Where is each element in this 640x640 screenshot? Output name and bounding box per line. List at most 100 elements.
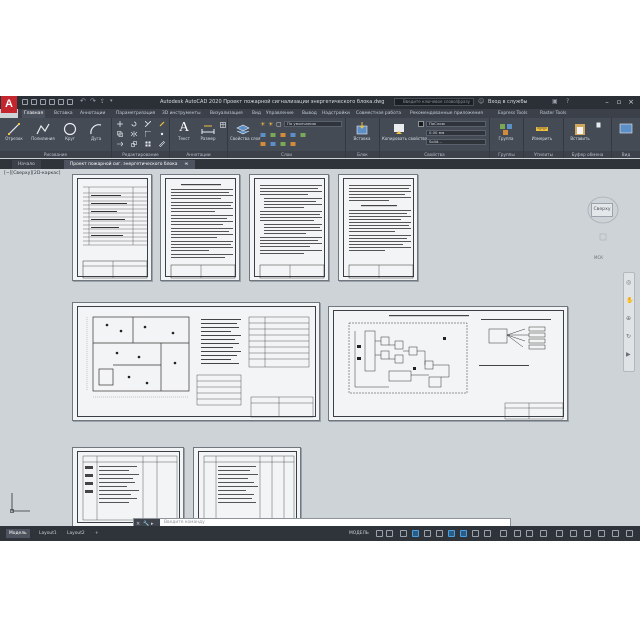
- quick-access-dropdown-icon[interactable]: ▾: [110, 99, 116, 105]
- layer-previous-icon[interactable]: [260, 141, 266, 147]
- workspace-icon[interactable]: [540, 530, 547, 537]
- document-tab[interactable]: Проект пожарной сиг. энергетического бло…: [64, 160, 195, 169]
- user-icon[interactable]: ☺: [478, 98, 484, 105]
- explode-icon[interactable]: [159, 131, 165, 137]
- showmotion-icon[interactable]: ▶: [626, 351, 631, 358]
- scale-icon[interactable]: [131, 141, 137, 147]
- infer-constraints-icon[interactable]: [400, 530, 407, 537]
- sign-in-button[interactable]: Вход в службы: [488, 99, 527, 105]
- save-icon[interactable]: [40, 99, 46, 105]
- tab-output[interactable]: Вывод: [300, 110, 319, 118]
- rotate-icon[interactable]: [131, 121, 137, 127]
- dimension-tool[interactable]: Размер: [196, 120, 220, 148]
- floor-plan-sheet[interactable]: [72, 302, 320, 421]
- color-swatch-icon[interactable]: [418, 121, 424, 127]
- layer-match-icon[interactable]: [260, 132, 266, 138]
- offset-icon[interactable]: [159, 141, 165, 147]
- share-icon[interactable]: ⇪: [100, 99, 106, 105]
- block-panel-title[interactable]: Блок: [346, 151, 379, 158]
- model-space-button[interactable]: МОДЕЛЬ: [346, 529, 372, 538]
- tab-home[interactable]: Главная: [22, 110, 45, 118]
- draw-panel-title[interactable]: Рисование: [0, 151, 111, 158]
- copy-icon[interactable]: [117, 131, 123, 137]
- layout2-tab[interactable]: Layout2: [64, 529, 88, 538]
- redo-icon[interactable]: ↷: [90, 98, 96, 105]
- isodraft-icon[interactable]: [436, 530, 443, 537]
- measure-tool[interactable]: Измерить: [530, 120, 554, 148]
- customization-menu-icon[interactable]: [626, 530, 633, 537]
- annotation-scale-icon[interactable]: [514, 530, 521, 537]
- layer-on-icon[interactable]: ☀: [260, 121, 265, 128]
- modify-panel-title[interactable]: Редактирование: [112, 151, 169, 158]
- tab-render[interactable]: Визуализация: [208, 110, 245, 118]
- pan-icon[interactable]: ✋: [626, 297, 633, 304]
- help-icon[interactable]: ?: [566, 98, 569, 105]
- layer-walk-icon[interactable]: [300, 132, 306, 138]
- tab-raster-tools[interactable]: Raster Tools: [538, 110, 568, 118]
- layer-isolate-icon[interactable]: [270, 132, 276, 138]
- zoom-icon[interactable]: ⊕: [626, 315, 631, 322]
- undo-icon[interactable]: ↶: [80, 98, 86, 105]
- open-file-icon[interactable]: [31, 99, 37, 105]
- fillet-icon[interactable]: [145, 131, 151, 137]
- color-dropdown[interactable]: ПоСлою: [426, 121, 486, 127]
- polar-icon[interactable]: [424, 530, 431, 537]
- clean-screen-icon[interactable]: [612, 530, 619, 537]
- tab-parametric[interactable]: Параметризация: [114, 110, 157, 118]
- web-mobile-icon[interactable]: [58, 99, 64, 105]
- view-cube-face[interactable]: Сверху: [591, 203, 613, 217]
- properties-panel-title[interactable]: Свойства: [380, 151, 489, 158]
- drawing-sheet[interactable]: [338, 174, 418, 281]
- graphics-performance-icon[interactable]: [598, 530, 605, 537]
- units-icon[interactable]: [556, 530, 563, 537]
- close-icon[interactable]: ×: [626, 97, 636, 107]
- schematic-sheet[interactable]: [328, 306, 568, 421]
- mirror-icon[interactable]: [131, 131, 137, 137]
- linetype-dropdown[interactable]: Solid...: [426, 139, 486, 145]
- print-icon[interactable]: [67, 99, 73, 105]
- selection-cycling-icon[interactable]: [500, 530, 507, 537]
- layer-off-icon[interactable]: [280, 132, 286, 138]
- polyline-tool[interactable]: Полилиния: [28, 120, 58, 148]
- maximize-icon[interactable]: ▫: [614, 97, 624, 107]
- arc-tool[interactable]: Дуга: [84, 120, 108, 148]
- autocad-logo[interactable]: A: [1, 96, 17, 113]
- view-tool[interactable]: [614, 120, 638, 148]
- drawing-sheet[interactable]: [160, 174, 240, 281]
- layers-panel-title[interactable]: Слои: [228, 151, 345, 158]
- ortho-icon[interactable]: [412, 530, 419, 537]
- snap-icon[interactable]: [386, 530, 393, 537]
- layer-lock-icon[interactable]: ▢: [276, 121, 282, 128]
- annotation-panel-title[interactable]: Аннотации: [170, 151, 227, 158]
- group-tool[interactable]: Группа: [494, 120, 518, 148]
- array-icon[interactable]: [145, 141, 151, 147]
- new-tab-button[interactable]: +: [178, 160, 194, 169]
- layer-merge-icon[interactable]: [280, 141, 286, 147]
- transparency-icon[interactable]: [484, 530, 491, 537]
- isolate-objects-icon[interactable]: [584, 530, 591, 537]
- insert-block-tool[interactable]: Вставка: [350, 120, 374, 148]
- circle-tool[interactable]: Круг: [58, 120, 82, 148]
- trim-icon[interactable]: [145, 121, 151, 127]
- viewport-controls[interactable]: [−][Сверху][2D-каркас]: [4, 171, 60, 176]
- tab-view[interactable]: Вид: [250, 110, 263, 118]
- tab-3d-tools[interactable]: 3D инструменты: [160, 110, 203, 118]
- view-panel-title[interactable]: Вид: [612, 151, 640, 158]
- paste-tool[interactable]: Вставить: [568, 120, 592, 148]
- table-icon[interactable]: [220, 122, 226, 128]
- tab-collaborate[interactable]: Совместная работа: [354, 110, 403, 118]
- search-input[interactable]: Введите ключевое слово/фразу: [394, 98, 474, 106]
- osnap-icon[interactable]: [460, 530, 467, 537]
- layer-freeze-icon[interactable]: ☀: [268, 121, 273, 128]
- quick-properties-icon[interactable]: [570, 530, 577, 537]
- tab-express-tools[interactable]: Express Tools: [496, 110, 529, 118]
- layer-unlock-icon[interactable]: [290, 141, 296, 147]
- wcs-label[interactable]: МСК: [594, 255, 603, 260]
- cart-icon[interactable]: ▣: [552, 98, 558, 105]
- steering-wheel-icon[interactable]: ◎: [626, 279, 631, 286]
- text-tool[interactable]: A Текст: [172, 120, 196, 148]
- stretch-icon[interactable]: [117, 141, 123, 147]
- utilities-panel-title[interactable]: Утилиты: [524, 151, 563, 158]
- tab-featured-apps[interactable]: Рекомендованные приложения: [408, 110, 485, 118]
- match-properties-tool[interactable]: Копировать свойства: [382, 120, 427, 148]
